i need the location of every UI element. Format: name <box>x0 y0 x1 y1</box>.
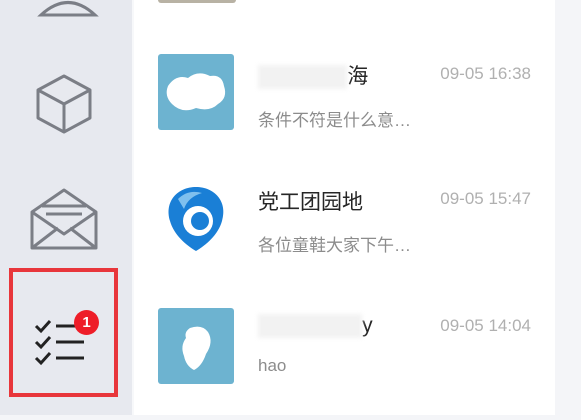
previous-avatar-edge <box>158 0 236 3</box>
sidebar-item-mail[interactable] <box>0 170 132 270</box>
conversation-item[interactable]: ██████海 09-05 16:38 条件不符是什么意… <box>134 48 555 168</box>
conversation-name: ███████y <box>258 314 373 338</box>
conversation-name: ██████海 <box>258 60 368 90</box>
person-icon <box>37 1 99 17</box>
avatar-logo <box>168 187 224 251</box>
conversation-preview: hao <box>258 356 287 375</box>
redacted-name: ██████ <box>258 65 348 89</box>
avatar-image <box>182 326 211 370</box>
avatar <box>158 308 234 384</box>
redacted-name: ███████ <box>258 314 363 338</box>
sidebar-item-apps[interactable] <box>0 54 132 154</box>
avatar <box>158 179 234 255</box>
list-right-gutter <box>555 0 581 415</box>
sidebar-item-contacts[interactable] <box>0 0 132 60</box>
cube-icon <box>36 74 92 134</box>
conversation-item[interactable]: ███████y 09-05 14:04 hao <box>134 300 555 420</box>
conversation-item[interactable]: 党工团园地 09-05 15:47 各位童鞋大家下午… <box>134 173 555 293</box>
active-item-highlight <box>9 268 118 397</box>
conversation-time: 09-05 14:04 <box>440 316 531 335</box>
envelope-icon <box>30 188 98 250</box>
avatar <box>158 54 234 130</box>
conversation-preview: 条件不符是什么意… <box>258 111 411 130</box>
conversation-time: 09-05 16:38 <box>440 64 531 83</box>
avatar-image <box>166 73 226 111</box>
conversation-time: 09-05 15:47 <box>440 189 531 208</box>
conversation-preview: 各位童鞋大家下午… <box>258 236 411 255</box>
conversation-name: 党工团园地 <box>258 191 363 214</box>
